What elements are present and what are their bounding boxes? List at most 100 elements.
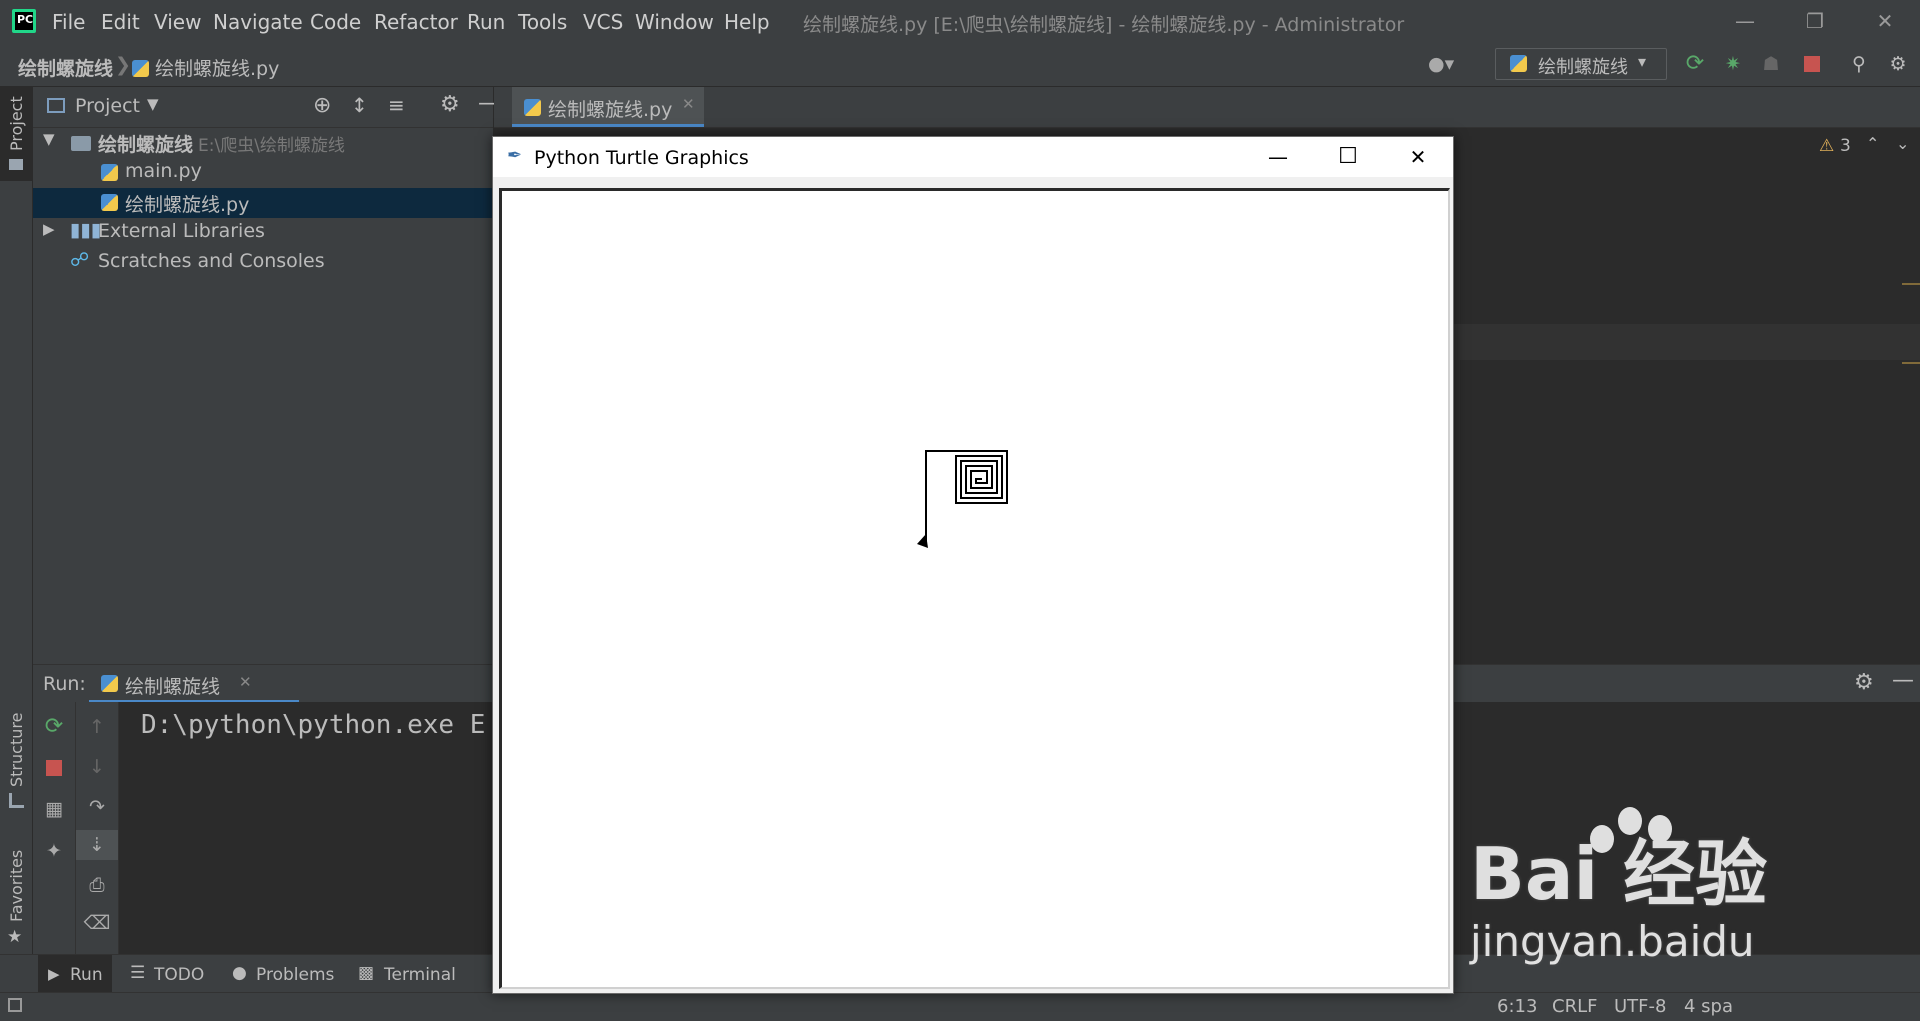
watermark-url: jingyan.baidu <box>1470 917 1755 966</box>
menu-navigate[interactable]: Navigate <box>213 10 303 34</box>
chevron-down-icon[interactable]: ▼ <box>147 95 159 113</box>
menu-view[interactable]: View <box>154 10 201 34</box>
root-folder-path: E:\爬虫\绘制螺旋线 <box>198 136 345 156</box>
minimize-button[interactable]: — <box>1722 6 1768 36</box>
collapse-all-icon[interactable]: ≡ <box>388 93 405 117</box>
library-icon: ▮▮▮ <box>70 219 102 241</box>
debug-icon[interactable]: ✷ <box>1721 52 1745 76</box>
turtle-maximize-button[interactable]: ☐ <box>1318 142 1378 172</box>
turtle-close-button[interactable]: ✕ <box>1388 142 1448 172</box>
breadcrumb-project[interactable]: 绘制螺旋线 <box>18 54 113 81</box>
menu-edit[interactable]: Edit <box>101 10 140 34</box>
list-icon: ☰ <box>130 963 146 983</box>
user-icon[interactable]: ●▾ <box>1428 52 1454 76</box>
close-button[interactable]: ✕ <box>1862 6 1908 36</box>
project-tree: ▼ 绘制螺旋线 E:\爬虫\绘制螺旋线 main.py 绘制螺旋线.py ▶ ▮… <box>33 128 493 664</box>
project-tool-button[interactable]: Project <box>0 87 32 181</box>
settings-gear-icon[interactable]: ⚙ <box>440 92 460 117</box>
tab-todo[interactable]: ☰ TODO <box>130 955 210 993</box>
chevron-right-icon[interactable]: ▶ <box>43 220 55 238</box>
layout-icon[interactable]: ▦ <box>33 794 75 824</box>
menu-file[interactable]: File <box>52 10 85 34</box>
line-separator[interactable]: CRLF <box>1552 996 1597 1017</box>
tab-problems[interactable]: ● Problems <box>230 955 334 993</box>
run-tab[interactable]: 绘制螺旋线 ✕ <box>89 665 299 703</box>
python-icon <box>1510 55 1527 72</box>
settings-gear-icon[interactable]: ⚙ <box>1886 52 1910 76</box>
stop-icon[interactable] <box>46 760 62 776</box>
chevron-down-icon: ▾ <box>1638 52 1647 71</box>
tree-row-spiral-py[interactable]: 绘制螺旋线.py <box>33 188 493 218</box>
editor-tab-bar: 绘制螺旋线.py ✕ <box>494 87 1920 128</box>
trash-icon[interactable]: ⌫ <box>76 908 118 938</box>
turtle-canvas[interactable] <box>499 188 1450 989</box>
warning-icon[interactable]: ⚠ <box>1819 136 1834 156</box>
structure-icon <box>9 793 24 808</box>
run-tab-label: 绘制螺旋线 <box>125 676 221 698</box>
python-file-icon <box>524 99 541 116</box>
breadcrumb-file-label: 绘制螺旋线.py <box>155 58 280 80</box>
terminal-icon: ▩ <box>358 963 375 983</box>
turtle-title-bar[interactable]: ✒ Python Turtle Graphics — ☐ ✕ <box>493 137 1453 177</box>
expand-all-icon[interactable]: ↕ <box>351 93 368 117</box>
menu-refactor[interactable]: Refactor <box>374 10 458 34</box>
folder-icon <box>71 136 91 151</box>
tree-row-scratches[interactable]: ☍ Scratches and Consoles <box>33 248 493 278</box>
arrow-up-icon[interactable]: ↑ <box>76 712 118 742</box>
file-encoding[interactable]: UTF-8 <box>1614 996 1666 1017</box>
menu-help[interactable]: Help <box>724 10 770 34</box>
restore-button[interactable]: ❐ <box>1792 6 1838 36</box>
caret-position[interactable]: 6:13 <box>1497 996 1537 1017</box>
favorites-tool-button[interactable]: Favorites ★ <box>0 847 32 957</box>
chevron-down-icon[interactable]: ⌄ <box>1896 134 1909 153</box>
project-view-selector[interactable]: Project <box>75 95 140 117</box>
menu-vcs[interactable]: VCS <box>583 10 623 34</box>
rerun-icon[interactable]: ⟳ <box>33 712 75 742</box>
scroll-to-end-icon[interactable]: ⇣ <box>76 830 118 860</box>
soft-wrap-icon[interactable]: ↷ <box>76 792 118 822</box>
tab-run[interactable]: ▶ Run <box>38 955 112 993</box>
left-tool-strip: Project Structure Favorites ★ <box>0 87 33 987</box>
stop-icon[interactable] <box>1804 56 1820 72</box>
menu-window[interactable]: Window <box>635 10 714 34</box>
console-output-line: D:\python\python.exe E <box>141 710 486 740</box>
coverage-icon[interactable]: ☗ <box>1759 52 1783 76</box>
settings-gear-icon[interactable]: ⚙ <box>1854 670 1874 695</box>
tree-row-root[interactable]: ▼ 绘制螺旋线 E:\爬虫\绘制螺旋线 <box>33 128 493 158</box>
error-stripe-mark <box>1902 283 1920 285</box>
window-title: 绘制螺旋线.py [E:\爬虫\绘制螺旋线] - 绘制螺旋线.py - Admi… <box>803 14 1405 36</box>
print-icon[interactable]: ⎙ <box>76 870 118 900</box>
hide-panel-icon[interactable]: — <box>1892 668 1914 693</box>
turtle-minimize-button[interactable]: — <box>1248 142 1308 172</box>
search-icon[interactable]: ⚲ <box>1847 52 1871 76</box>
tree-row-main-py[interactable]: main.py <box>33 158 493 188</box>
menu-code[interactable]: Code <box>310 10 361 34</box>
tree-row-external-libraries[interactable]: ▶ ▮▮▮ External Libraries <box>33 218 493 248</box>
project-panel-header: Project ▼ ⊕ ↕ ≡ ⚙ — <box>33 87 500 128</box>
chevron-down-icon[interactable]: ▼ <box>43 130 55 148</box>
structure-tool-label: Structure <box>7 712 26 787</box>
run-panel-label: Run: <box>43 673 86 695</box>
structure-tool-button[interactable]: Structure <box>0 713 32 817</box>
menu-bar: PC File Edit View Navigate Code Refactor… <box>0 0 1920 42</box>
tab-terminal[interactable]: ▩ Terminal <box>356 955 466 993</box>
chevron-up-icon[interactable]: ⌃ <box>1866 134 1879 153</box>
close-tab-icon[interactable]: ✕ <box>239 673 252 691</box>
rerun-icon[interactable]: ⟳ <box>1683 52 1707 76</box>
paw-logo-icon <box>1590 807 1682 853</box>
root-folder-name: 绘制螺旋线 <box>98 134 194 156</box>
arrow-down-icon[interactable]: ↓ <box>76 752 118 782</box>
run-toolbar-secondary: ↑ ↓ ↷ ⇣ ⎙ ⌫ <box>76 702 119 954</box>
tool-window-toggle-icon[interactable] <box>8 998 22 1012</box>
breadcrumb-file[interactable]: 绘制螺旋线.py <box>132 54 279 81</box>
menu-tools[interactable]: Tools <box>518 10 567 34</box>
pin-icon[interactable]: ✦ <box>33 836 75 866</box>
indent-setting[interactable]: 4 spa <box>1684 996 1733 1017</box>
locate-target-icon[interactable]: ⊕ <box>313 93 331 118</box>
tab-editor-file[interactable]: 绘制螺旋线.py ✕ <box>512 87 704 127</box>
breadcrumb-separator-icon: ❯ <box>115 54 131 76</box>
python-file-icon <box>101 164 118 181</box>
menu-run[interactable]: Run <box>467 10 505 34</box>
close-tab-icon[interactable]: ✕ <box>682 95 695 113</box>
run-configuration-select[interactable]: 绘制螺旋线 ▾ <box>1495 48 1667 80</box>
